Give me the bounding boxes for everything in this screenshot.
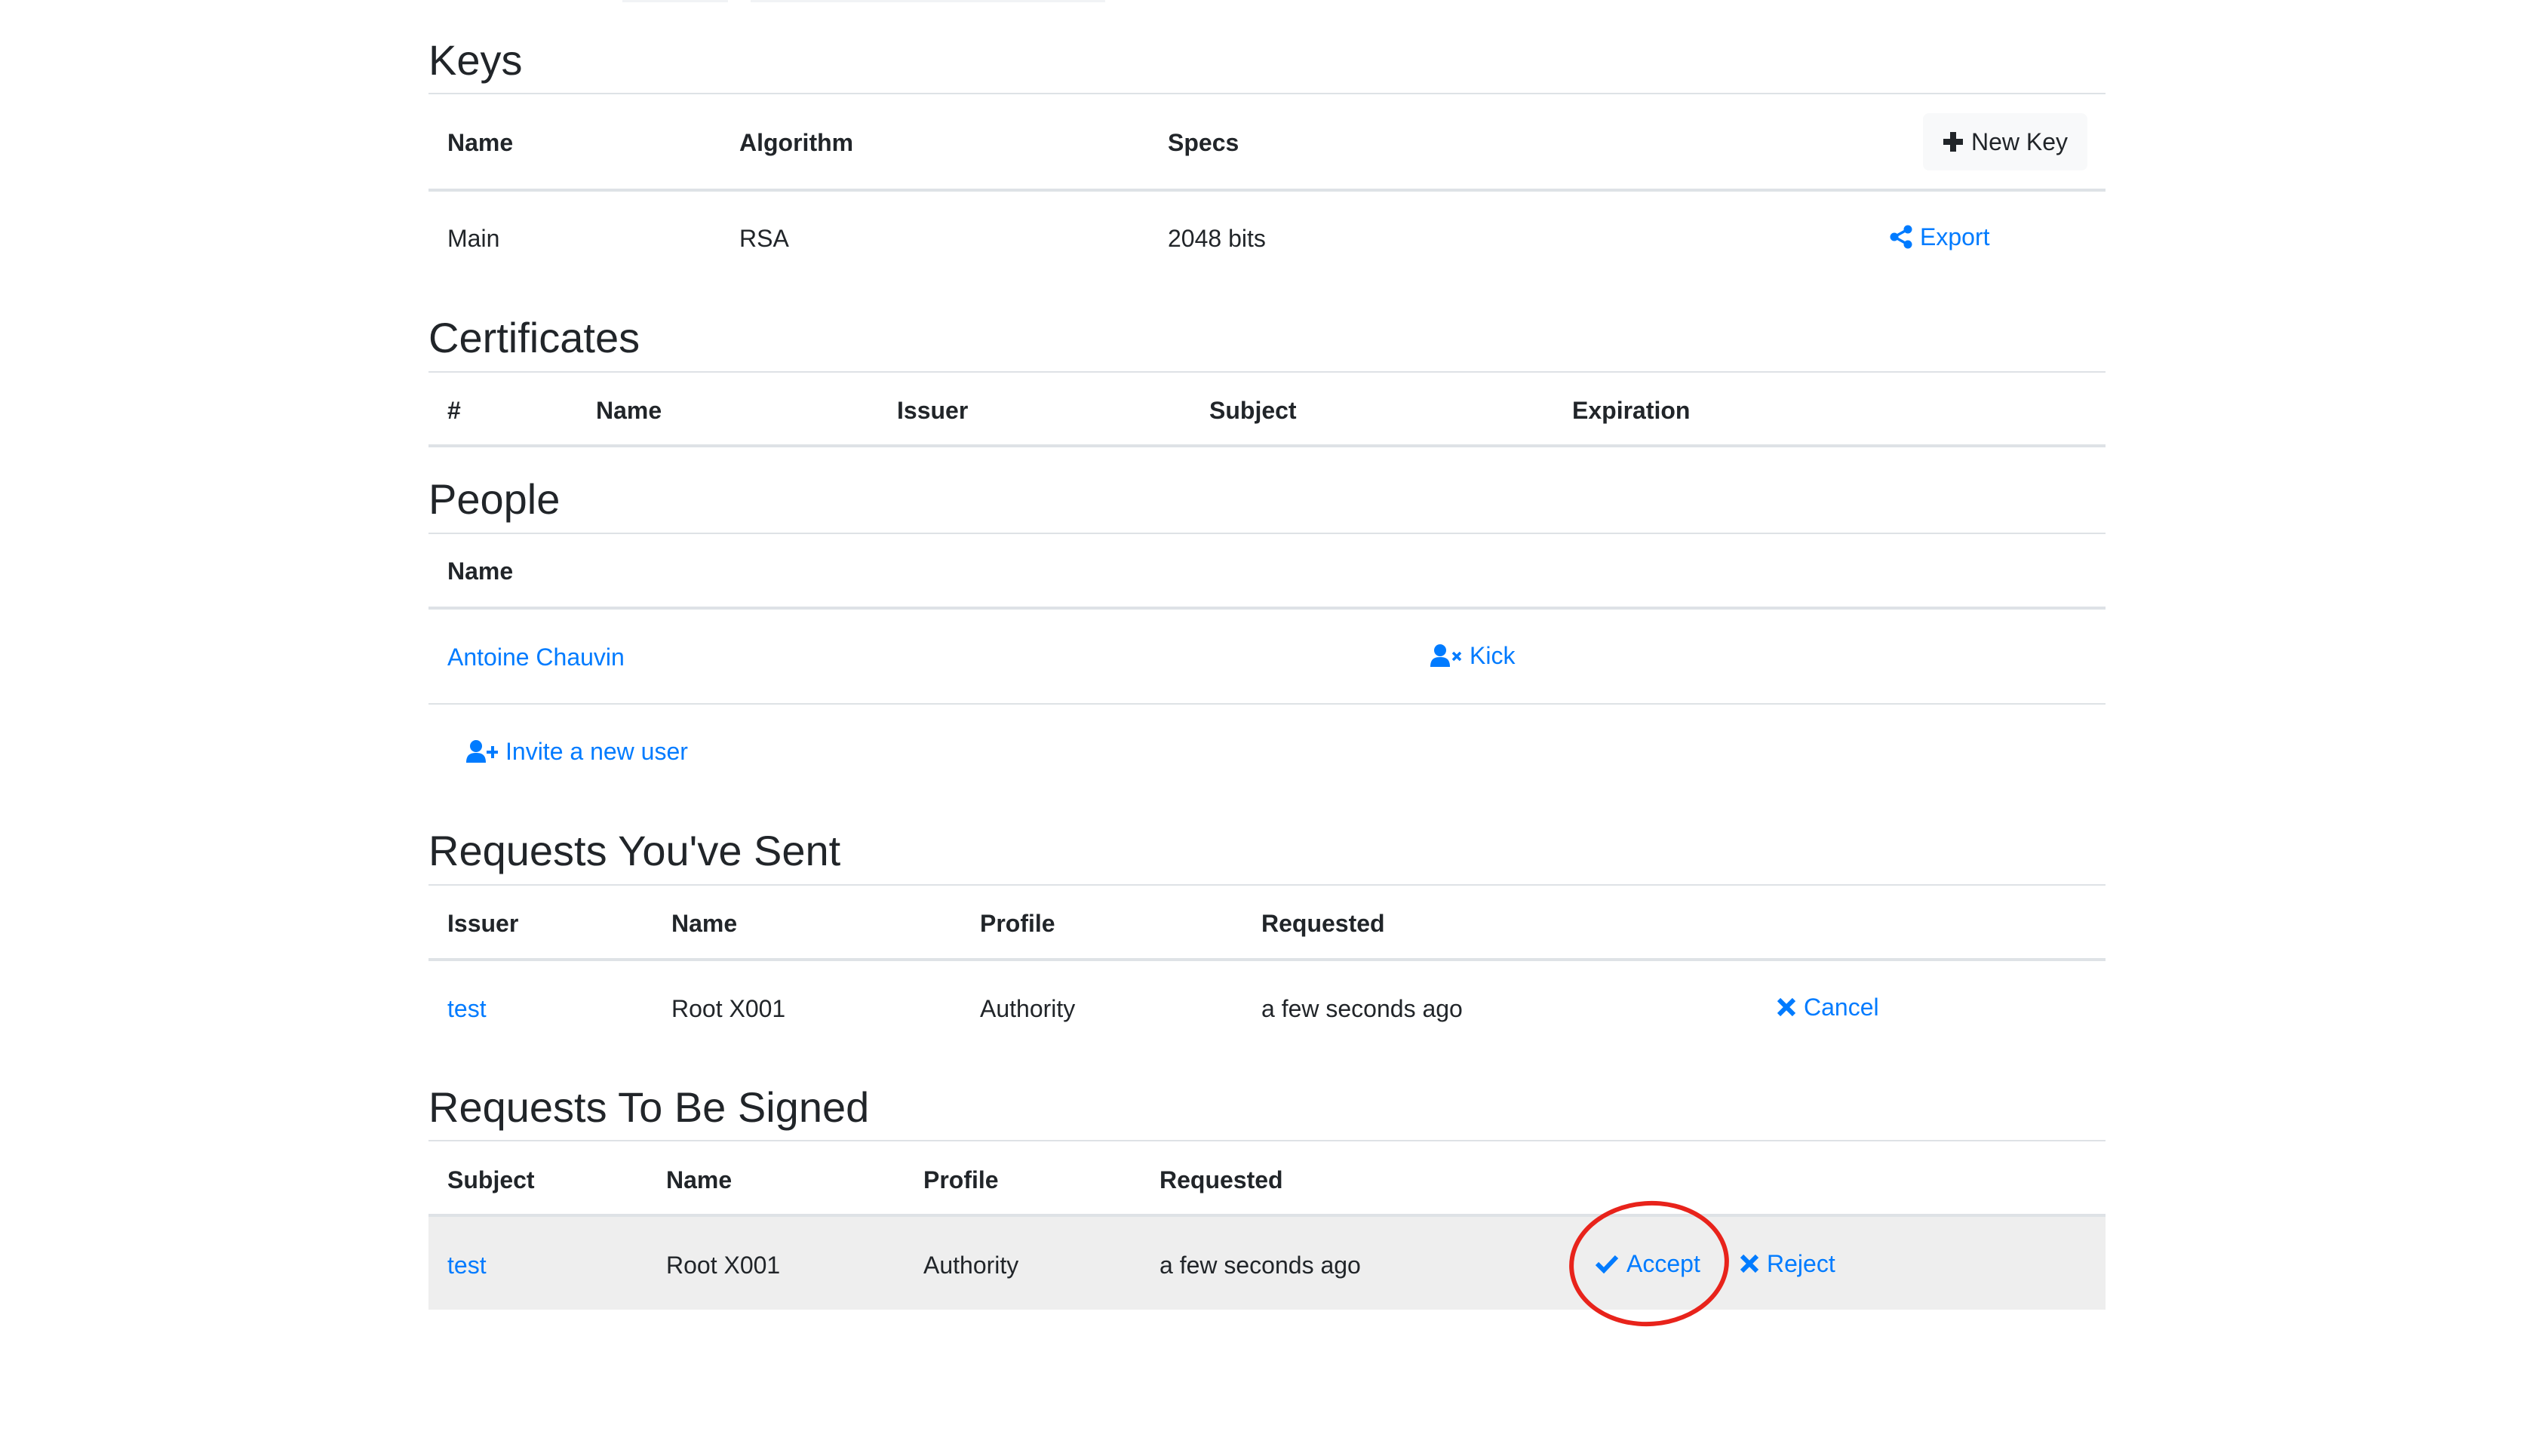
reject-label: Reject — [1767, 1250, 1835, 1277]
cert-col-subject: Subject — [1209, 397, 1297, 424]
sent-col-profile: Profile — [980, 910, 1055, 937]
plus-icon — [1943, 132, 1963, 152]
cert-col-issuer: Issuer — [897, 397, 969, 424]
cert-col-name: Name — [596, 397, 662, 424]
sign-col-profile: Profile — [923, 1166, 999, 1193]
sent-row-name: Root X001 — [671, 995, 786, 1022]
cert-col-number: # — [447, 397, 461, 424]
certificates-header-divider — [428, 444, 2106, 447]
people-row-divider — [428, 703, 2106, 705]
cancel-label: Cancel — [1804, 994, 1879, 1021]
keys-col-name: Name — [447, 129, 514, 156]
top-edge-fragment-2 — [751, 0, 1105, 2]
times-icon — [1777, 997, 1796, 1017]
kick-label: Kick — [1470, 642, 1516, 669]
certificates-top-divider — [428, 371, 2106, 373]
invite-label: Invite a new user — [505, 738, 688, 765]
sign-col-requested: Requested — [1159, 1166, 1283, 1193]
sent-col-issuer: Issuer — [447, 910, 519, 937]
keys-header-divider — [428, 189, 2106, 192]
export-label: Export — [1920, 223, 1990, 250]
sent-row-requested: a few seconds ago — [1261, 995, 1463, 1022]
sent-col-name: Name — [671, 910, 738, 937]
sent-col-requested: Requested — [1261, 910, 1385, 937]
keys-col-algorithm: Algorithm — [739, 129, 854, 156]
people-top-divider — [428, 533, 2106, 534]
certificates-heading: Certificates — [428, 314, 640, 361]
people-heading: People — [428, 475, 561, 523]
kick-user-link[interactable]: Kick — [1430, 644, 1515, 668]
keys-top-divider — [428, 93, 2106, 94]
people-header-divider — [428, 607, 2106, 610]
keys-col-specs: Specs — [1168, 129, 1239, 156]
people-col-name: Name — [447, 558, 514, 585]
sign-row-requested: a few seconds ago — [1159, 1252, 1361, 1279]
times-icon — [1740, 1254, 1759, 1273]
invite-user-link[interactable]: Invite a new user — [466, 739, 688, 763]
sign-row-name: Root X001 — [666, 1252, 781, 1279]
key-row-algorithm: RSA — [739, 225, 789, 252]
user-plus-icon — [466, 740, 498, 763]
keys-heading: Keys — [428, 36, 523, 84]
reject-request-link[interactable]: Reject — [1740, 1252, 1835, 1276]
person-name-link[interactable]: Antoine Chauvin — [447, 645, 625, 669]
requests-sent-top-divider — [428, 884, 2106, 886]
new-key-button[interactable]: New Key — [1923, 113, 2087, 170]
sign-row-profile: Authority — [923, 1252, 1019, 1279]
key-row-specs: 2048 bits — [1168, 225, 1266, 252]
top-edge-fragment-1 — [622, 0, 728, 2]
requests-sent-header-divider — [428, 958, 2106, 961]
share-icon — [1890, 225, 1912, 249]
requests-to-sign-top-divider — [428, 1140, 2106, 1141]
sign-col-name: Name — [666, 1166, 733, 1193]
cert-col-expiration: Expiration — [1572, 397, 1691, 424]
sent-row-profile: Authority — [980, 995, 1076, 1022]
requests-to-sign-heading: Requests To Be Signed — [428, 1083, 870, 1131]
key-row-name: Main — [447, 225, 500, 252]
sent-issuer-link[interactable]: test — [447, 997, 487, 1021]
user-times-icon — [1430, 644, 1462, 667]
sign-subject-link[interactable]: test — [447, 1253, 487, 1277]
requests-sent-heading: Requests You've Sent — [428, 827, 841, 874]
export-key-link[interactable]: Export — [1890, 225, 1989, 249]
new-key-label: New Key — [1970, 127, 2069, 155]
sign-col-subject: Subject — [447, 1166, 535, 1193]
cancel-request-link[interactable]: Cancel — [1777, 995, 1879, 1019]
